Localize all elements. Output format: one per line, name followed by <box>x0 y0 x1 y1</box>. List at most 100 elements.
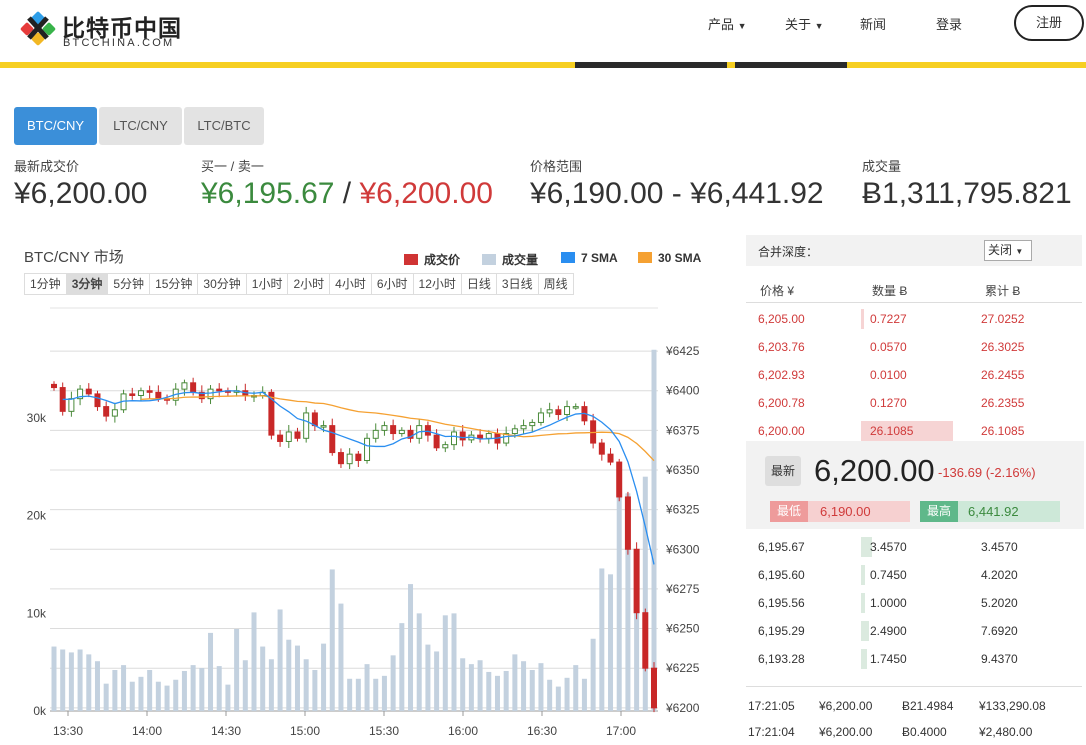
bid-price[interactable]: 6,195.56 <box>758 596 805 610</box>
caret-down-icon: ▼ <box>814 21 824 31</box>
last-price-label: 最新成交价 <box>14 159 80 174</box>
ask-price[interactable]: 6,202.93 <box>758 368 805 382</box>
nav-products[interactable]: 产品 ▼ <box>708 14 747 33</box>
candle-body <box>129 393 136 396</box>
nav-news[interactable]: 新闻 <box>860 14 886 33</box>
high-box: 最高 6,441.92 <box>920 501 1060 522</box>
price-tick-label: ¥6225 <box>665 661 700 675</box>
interval-4[interactable]: 30分钟 <box>198 274 247 294</box>
candle-body <box>137 390 144 396</box>
volume-bar <box>651 349 657 711</box>
volume-tick-label: 10k <box>27 606 47 620</box>
bid-quantity: 1.0000 <box>870 596 907 610</box>
candle-body <box>477 434 484 439</box>
interval-5[interactable]: 1小时 <box>247 274 289 294</box>
best-ask: ¥6,200.00 <box>359 177 493 210</box>
nav-login[interactable]: 登录 <box>936 14 962 33</box>
candle-body <box>103 406 110 417</box>
ask-quantity: 0.0100 <box>870 368 907 382</box>
ask-price[interactable]: 6,205.00 <box>758 312 805 326</box>
candle-body <box>294 431 301 439</box>
candle-body <box>555 409 562 416</box>
interval-0[interactable]: 1分钟 <box>25 274 67 294</box>
legend-sma7-label: 7 SMA <box>581 251 618 265</box>
bid-price[interactable]: 6,195.67 <box>758 540 805 554</box>
legend-sma7: 7 SMA <box>561 251 618 265</box>
price-tick-label: ¥6275 <box>665 582 700 596</box>
divider <box>746 686 1082 687</box>
trade-price: ¥6,200.00 <box>819 699 873 713</box>
tab-btc-cny[interactable]: BTC/CNY <box>14 107 97 145</box>
legend-swatch <box>404 254 418 265</box>
volume-bar <box>173 679 179 711</box>
ask-price[interactable]: 6,203.76 <box>758 340 805 354</box>
high-tag: 最高 <box>920 501 958 522</box>
interval-1[interactable]: 3分钟 <box>66 274 109 294</box>
divider <box>746 302 1082 303</box>
interval-2[interactable]: 5分钟 <box>108 274 151 294</box>
time-tick-label: 17:00 <box>606 724 636 738</box>
volume-bar <box>364 664 370 711</box>
volume-bar <box>538 663 544 711</box>
volume-label: 成交量 <box>862 159 902 174</box>
volume-bar <box>468 664 474 711</box>
interval-6[interactable]: 2小时 <box>288 274 331 294</box>
ask-total: 26.3025 <box>981 340 1025 354</box>
interval-11[interactable]: 3日线 <box>497 274 539 294</box>
tab-ltc-btc[interactable]: LTC/BTC <box>184 107 264 145</box>
volume-bar <box>103 683 109 711</box>
volume-bar <box>94 661 100 711</box>
candle-body <box>433 434 440 449</box>
legend-sma30-label: 30 SMA <box>658 251 702 265</box>
price-change: -136.69 (-2.16%) <box>938 465 1036 480</box>
volume-bar <box>434 651 440 711</box>
interval-12[interactable]: 周线 <box>539 274 573 294</box>
candle-body <box>485 433 492 439</box>
bid-depth-bar <box>861 593 865 613</box>
bid-price[interactable]: 6,195.60 <box>758 568 805 582</box>
col-price: 价格 ¥ <box>760 284 795 298</box>
candle-body <box>337 452 344 465</box>
trade-time: 17:21:05 <box>748 699 795 713</box>
price-tick-label: ¥6325 <box>665 503 700 517</box>
price-tick-label: ¥6375 <box>665 423 700 437</box>
candle-body <box>320 425 327 428</box>
volume-bar <box>225 684 231 711</box>
candle-body <box>633 548 640 614</box>
volume-bar <box>51 646 57 711</box>
candle-body <box>155 391 162 400</box>
interval-9[interactable]: 12小时 <box>414 274 462 294</box>
nav-about[interactable]: 关于 ▼ <box>785 14 824 33</box>
candlestick-chart[interactable]: ¥6425 ¥6400 ¥6375 ¥6350 ¥6325 ¥6300 ¥6275 ¥6250… <box>0 300 700 745</box>
candle-body <box>216 388 223 392</box>
ask-price[interactable]: 6,200.78 <box>758 396 805 410</box>
volume-bar <box>268 659 274 711</box>
volume-bar <box>277 609 283 711</box>
trade-quantity: Ƀ0.4000 <box>902 725 947 739</box>
candle-body <box>624 496 631 550</box>
merge-depth-select[interactable]: 关闭 ▼ <box>984 240 1032 261</box>
bid-ask-label: 买一 / 卖一 <box>201 159 264 174</box>
candle-body <box>598 442 605 455</box>
ask-total: 26.2355 <box>981 396 1025 410</box>
tab-ltc-cny[interactable]: LTC/CNY <box>99 107 182 145</box>
ask-price[interactable]: 6,200.00 <box>758 424 805 438</box>
bid-price[interactable]: 6,195.29 <box>758 624 805 638</box>
trade-quantity: Ƀ21.4984 <box>902 699 954 713</box>
candle-body <box>529 421 536 427</box>
banner-strip-dark <box>735 62 847 68</box>
bid-price[interactable]: 6,193.28 <box>758 652 805 666</box>
price-tick-label: ¥6425 <box>665 344 700 358</box>
interval-7[interactable]: 4小时 <box>330 274 372 294</box>
interval-3[interactable]: 15分钟 <box>150 274 199 294</box>
volume-bar <box>68 652 74 711</box>
caret-down-icon: ▼ <box>1015 247 1024 256</box>
volume-bar <box>503 670 509 711</box>
volume-bar <box>555 686 561 711</box>
interval-8[interactable]: 6小时 <box>372 274 414 294</box>
candle-body <box>390 425 397 435</box>
register-button[interactable]: 注册 <box>1014 5 1084 41</box>
btcchina-logo-icon[interactable] <box>20 10 56 46</box>
interval-10[interactable]: 日线 <box>462 274 497 294</box>
candle-body <box>285 431 292 442</box>
